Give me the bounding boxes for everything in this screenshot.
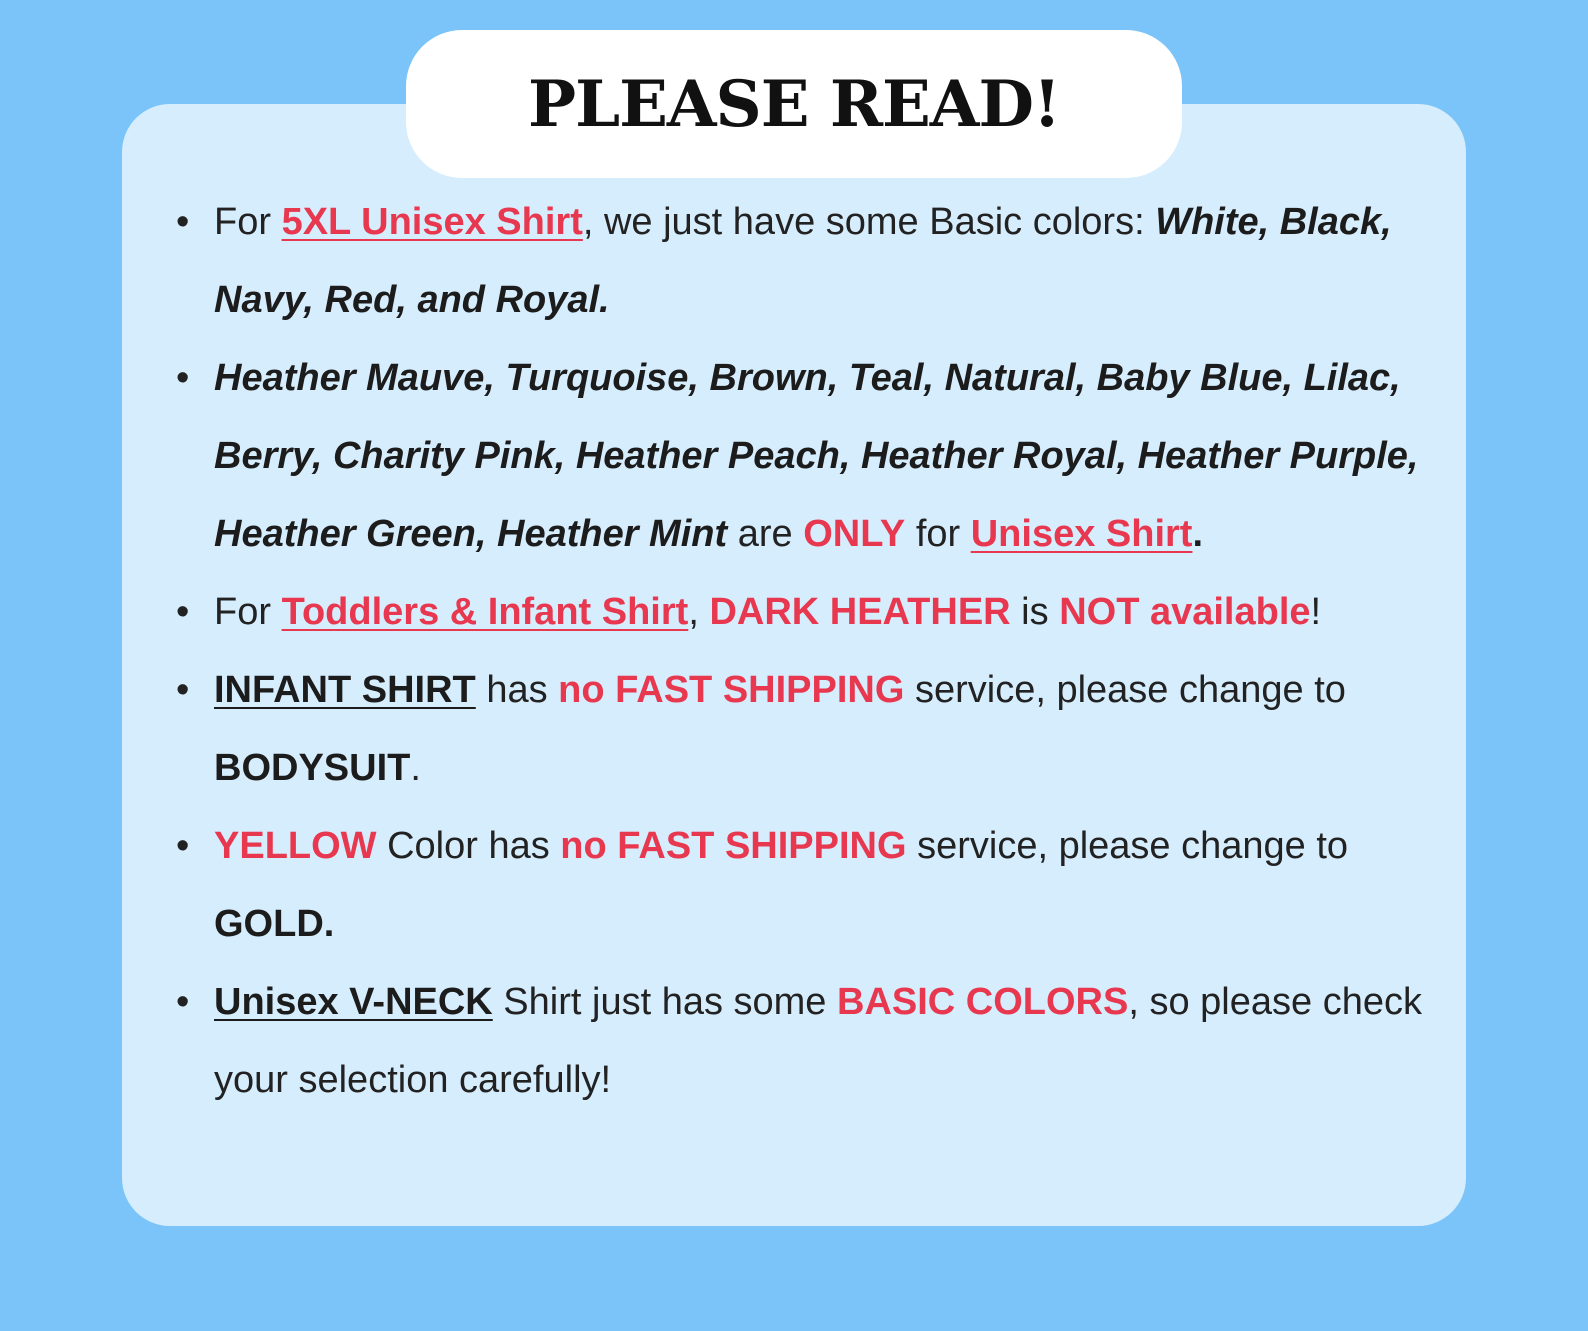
notice-text-segment: Unisex V-NECK bbox=[214, 981, 493, 1023]
notice-text-segment: ONLY bbox=[803, 513, 906, 555]
notice-text-segment: For bbox=[214, 591, 282, 633]
bullet-dot-icon: • bbox=[176, 981, 190, 1023]
notice-text-segment: is bbox=[1010, 591, 1060, 633]
notice-item: • Heather Mauve, Turquoise, Brown, Teal, … bbox=[176, 339, 1446, 573]
notice-text-segment: Unisex Shirt bbox=[970, 513, 1193, 555]
notice-text-segment: NOT available bbox=[1059, 591, 1311, 633]
notice-item: • YELLOW Color has no FAST SHIPPING servi… bbox=[176, 807, 1446, 963]
bullet-dot-icon: • bbox=[176, 357, 190, 399]
notice-text-segment: are bbox=[727, 513, 804, 555]
notice-text-segment: GOLD. bbox=[214, 903, 335, 945]
title-banner: PLEASE READ! bbox=[406, 30, 1182, 178]
notice-text-segment: For bbox=[214, 201, 282, 243]
notice-text-segment: Shirt just has some bbox=[492, 981, 837, 1023]
notice-text-segment: . bbox=[410, 747, 421, 789]
notice-item: • For 5XL Unisex Shirt, we just have some… bbox=[176, 183, 1446, 339]
notice-text-segment: service, please change to bbox=[904, 669, 1346, 711]
notice-list: • For 5XL Unisex Shirt, we just have some… bbox=[176, 183, 1446, 1119]
notice-text-segment: has bbox=[475, 669, 559, 711]
notice-text-segment: INFANT SHIRT bbox=[214, 669, 476, 711]
notice-text-segment: 5XL Unisex Shirt bbox=[281, 201, 583, 243]
notice-text-segment: Color has bbox=[376, 825, 561, 867]
page-title: PLEASE READ! bbox=[527, 66, 1061, 142]
notice-text-segment: service, please change to bbox=[906, 825, 1349, 867]
notice-text-segment: for bbox=[905, 513, 971, 555]
bullet-dot-icon: • bbox=[176, 201, 190, 243]
notice-text-segment: . bbox=[1192, 513, 1204, 555]
notice-text-segment: no FAST SHIPPING bbox=[560, 825, 907, 867]
notice-item: • INFANT SHIRT has no FAST SHIPPING servi… bbox=[176, 651, 1446, 807]
notice-item: • For Toddlers & Infant Shirt, DARK HEATH… bbox=[176, 573, 1446, 651]
bullet-dot-icon: • bbox=[176, 669, 190, 711]
notice-text-segment: ! bbox=[1310, 591, 1322, 633]
notice-text-segment: no FAST SHIPPING bbox=[558, 669, 905, 711]
bullet-dot-icon: • bbox=[176, 591, 190, 633]
bullet-dot-icon: • bbox=[176, 825, 190, 867]
notice-text-segment: BASIC COLORS bbox=[837, 981, 1129, 1023]
notice-text-segment: , bbox=[688, 591, 710, 633]
notice-text-segment: Toddlers & Infant Shirt bbox=[281, 591, 689, 633]
notice-text-segment: BODYSUIT bbox=[214, 747, 411, 789]
notice-text-segment: DARK HEATHER bbox=[709, 591, 1011, 633]
notice-text-segment: , we just have some Basic colors: bbox=[582, 201, 1156, 243]
notice-item: • Unisex V-NECK Shirt just has some BASIC… bbox=[176, 963, 1446, 1119]
notice-text-segment: YELLOW bbox=[214, 825, 377, 867]
